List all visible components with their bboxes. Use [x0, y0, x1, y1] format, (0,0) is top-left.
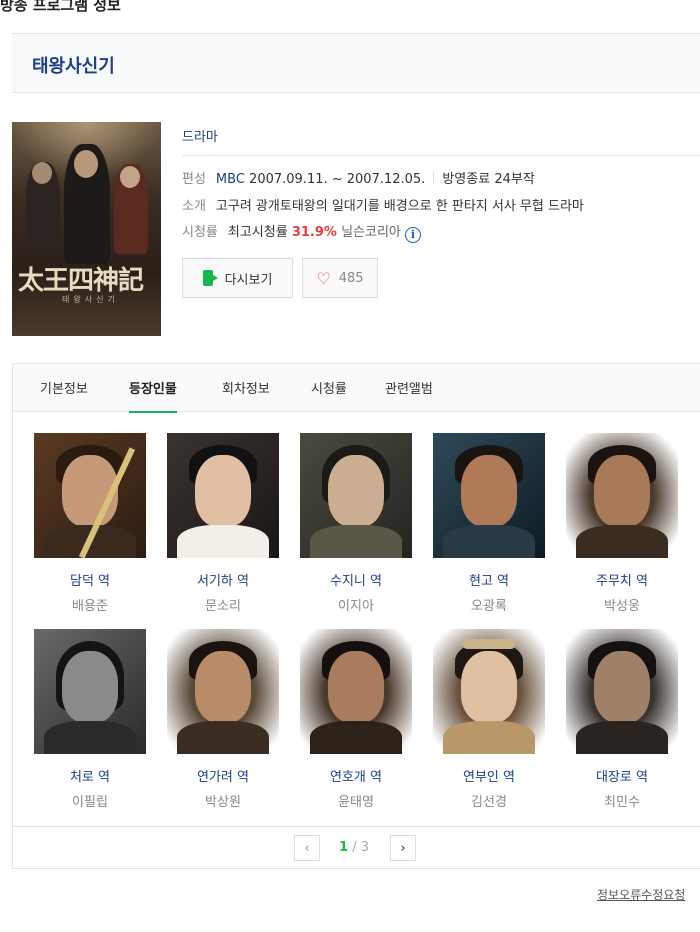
cast-role[interactable]: 연부인 [463, 770, 499, 785]
cast-role[interactable]: 대장로 [596, 770, 632, 785]
heart-icon: ♡ [316, 268, 331, 288]
tab-basic-info[interactable]: 기본정보 [40, 378, 88, 411]
tab-cast[interactable]: 등장인물 [129, 378, 177, 413]
broadcast-label: 편성 [182, 172, 206, 187]
role-suffix: 역 [370, 574, 382, 589]
cast-photo[interactable] [433, 629, 545, 754]
cast-actor[interactable]: 오광록 [433, 595, 545, 614]
cast-photo[interactable] [566, 629, 678, 754]
intro-label: 소개 [182, 199, 206, 214]
cast-photo[interactable] [167, 629, 279, 754]
page-separator: / [352, 840, 357, 855]
poster-subtitle: 태왕사신기 [62, 295, 119, 304]
info-divider [182, 155, 700, 156]
cast-card[interactable]: 연가려 역 박상원 [167, 629, 279, 810]
cast-card[interactable]: 수지니 역 이지아 [300, 433, 412, 614]
cast-role[interactable]: 연호개 [330, 770, 366, 785]
rating-source: 닐슨코리아 [341, 225, 401, 240]
broadcast-period: 2007.09.11. ~ 2007.12.05. [249, 172, 426, 187]
cast-role[interactable]: 담덕 [70, 574, 94, 589]
tab-albums[interactable]: 관련앨범 [385, 378, 433, 411]
intro-text: 고구려 광개토태왕의 일대기를 배경으로 한 판타지 서사 무협 드라마 [215, 199, 584, 214]
broadcast-row: 편성 MBC 2007.09.11. ~ 2007.12.05. 방영종료 24부작 [182, 168, 535, 187]
cast-role[interactable]: 처로 [70, 770, 94, 785]
cast-photo[interactable] [300, 629, 412, 754]
prev-page-button[interactable]: ‹ [294, 835, 320, 861]
replay-button[interactable]: 다시보기 [182, 258, 293, 298]
role-suffix: 역 [370, 770, 382, 785]
poster-title: 太王四神記 [18, 266, 144, 296]
cast-card[interactable]: 처로 역 이필립 [34, 629, 146, 810]
role-suffix: 역 [98, 770, 111, 785]
cast-photo[interactable] [300, 433, 412, 558]
cast-actor[interactable]: 이지아 [300, 595, 412, 614]
chevron-left-icon: ‹ [304, 840, 310, 856]
role-suffix: 역 [237, 574, 249, 589]
divider [433, 172, 435, 184]
like-count: 485 [338, 270, 364, 286]
intro-row: 소개 고구려 광개토태왕의 일대기를 배경으로 한 판타지 서사 무협 드라마 [182, 195, 584, 214]
report-error-link[interactable]: 정보오류수정요청 [597, 886, 685, 903]
cast-card[interactable]: 대장로 역 최민수 [566, 629, 678, 810]
current-page: 1 [339, 840, 349, 855]
role-suffix: 역 [636, 574, 648, 589]
cast-role[interactable]: 연가려 [197, 770, 233, 785]
broadcast-status: 방영종료 24부작 [442, 172, 535, 187]
cast-photo[interactable] [34, 629, 146, 754]
role-suffix: 역 [237, 770, 249, 785]
channel-link[interactable]: MBC [216, 172, 245, 187]
tab-bar: 기본정보 등장인물 회차정보 시청률 관련앨범 [13, 364, 700, 413]
pagination: ‹ 1 / 3 › [13, 826, 700, 871]
role-suffix: 역 [98, 574, 111, 589]
cast-role[interactable]: 주무치 [596, 574, 632, 589]
cast-actor[interactable]: 김선경 [433, 791, 545, 810]
cast-role[interactable]: 서기하 [197, 574, 233, 589]
page-indicator: 1 / 3 [339, 840, 369, 855]
cast-actor[interactable]: 배용준 [34, 595, 146, 614]
next-page-button[interactable]: › [390, 835, 416, 861]
cast-actor[interactable]: 박성웅 [566, 595, 678, 614]
cast-photo[interactable] [34, 433, 146, 558]
program-poster[interactable]: 太王四神記 태왕사신기 [12, 122, 161, 336]
tab-ratings[interactable]: 시청률 [311, 378, 347, 411]
like-button[interactable]: ♡ 485 [302, 258, 378, 298]
replay-play-icon [202, 270, 219, 286]
cast-actor[interactable]: 최민수 [566, 791, 678, 810]
program-title-bar: 태왕사신기 [12, 33, 700, 93]
replay-button-label: 다시보기 [224, 272, 273, 288]
chevron-right-icon: › [400, 840, 406, 856]
cast-role[interactable]: 수지니 [330, 574, 366, 589]
cast-photo[interactable] [433, 433, 545, 558]
role-suffix: 역 [503, 770, 515, 785]
cast-photo[interactable] [167, 433, 279, 558]
total-pages: 3 [360, 840, 369, 855]
cast-actor[interactable]: 이필립 [34, 791, 146, 810]
rating-label: 시청률 [182, 225, 218, 240]
cast-role[interactable]: 현고 [469, 574, 493, 589]
cast-card[interactable]: 연부인 역 김선경 [433, 629, 545, 810]
tab-episodes[interactable]: 회차정보 [222, 378, 270, 411]
genre-link[interactable]: 드라마 [182, 126, 218, 145]
cast-actor[interactable]: 윤태영 [300, 791, 412, 810]
cast-card[interactable]: 현고 역 오광록 [433, 433, 545, 614]
cast-actor[interactable]: 문소리 [167, 595, 279, 614]
cast-actor[interactable]: 박상원 [167, 791, 279, 810]
role-suffix: 역 [636, 770, 648, 785]
info-icon[interactable]: i [404, 227, 421, 243]
program-title[interactable]: 태왕사신기 [32, 52, 115, 78]
rating-prefix: 최고시청률 [227, 225, 288, 240]
cast-card[interactable]: 연호개 역 윤태영 [300, 629, 412, 810]
cast-card[interactable]: 담덕 역 배용준 [34, 433, 146, 614]
section-title: 방송 프로그램 정보 [0, 0, 121, 14]
cast-photo[interactable] [566, 433, 678, 558]
cast-panel: 기본정보 등장인물 회차정보 시청률 관련앨범 담덕 역 배용준 서기하 역 문… [12, 363, 700, 869]
role-suffix: 역 [497, 574, 510, 589]
cast-card[interactable]: 주무치 역 박성웅 [566, 433, 678, 614]
rating-value: 31.9% [291, 225, 337, 240]
cast-card[interactable]: 서기하 역 문소리 [167, 433, 279, 614]
rating-row: 시청률 최고시청률 31.9% 닐슨코리아 i [182, 221, 421, 243]
